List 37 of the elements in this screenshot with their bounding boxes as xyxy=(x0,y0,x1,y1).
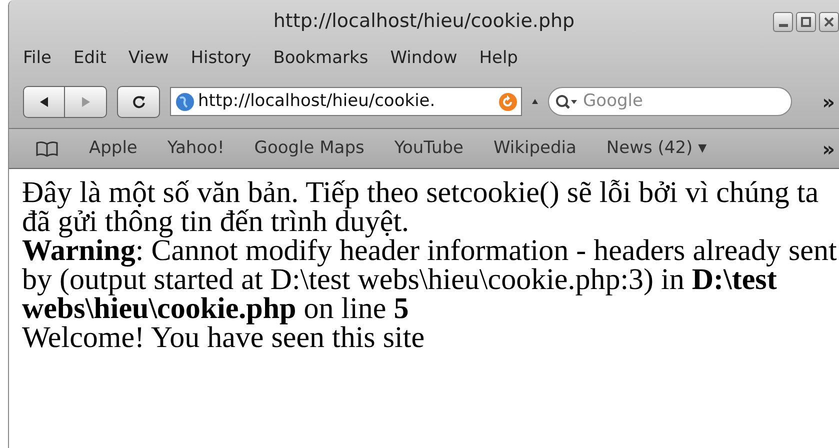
book-icon[interactable] xyxy=(35,140,59,156)
maximize-button[interactable] xyxy=(796,12,816,32)
minimize-button[interactable] xyxy=(773,12,793,32)
menu-item[interactable]: History xyxy=(190,46,252,72)
bookmark-item[interactable]: YouTube xyxy=(394,136,464,162)
bookmark-item[interactable]: Wikipedia xyxy=(494,136,576,162)
bookmark-item[interactable]: Google Maps xyxy=(254,136,364,162)
snapback-icon[interactable] xyxy=(498,92,518,112)
toolbar-overflow-button[interactable]: » xyxy=(822,86,835,116)
forward-arrow-icon xyxy=(80,96,92,108)
page-text: Welcome! You have seen this site xyxy=(22,323,426,352)
menu-item[interactable]: File xyxy=(23,46,52,72)
menu-item[interactable]: Window xyxy=(390,46,458,72)
search-icon xyxy=(555,94,579,110)
bookmarks-overflow-button[interactable]: » xyxy=(822,134,835,164)
bookmark-item[interactable]: News (42) ▾ xyxy=(606,136,707,162)
address-field[interactable]: http://localhost/hieu/cookie. xyxy=(170,87,522,116)
reload-button[interactable] xyxy=(117,86,160,118)
reload-icon xyxy=(132,94,146,108)
menu-item[interactable]: Help xyxy=(479,46,518,72)
close-button[interactable] xyxy=(819,12,839,32)
back-button[interactable] xyxy=(23,86,65,118)
menu-item[interactable]: Bookmarks xyxy=(273,46,368,72)
close-icon xyxy=(824,17,834,27)
bookmark-item[interactable]: Apple xyxy=(89,136,138,162)
search-input[interactable]: Google xyxy=(583,88,773,114)
search-field[interactable]: Google xyxy=(548,87,792,116)
back-arrow-icon xyxy=(38,96,50,108)
globe-icon xyxy=(175,92,195,112)
window-title: http://localhost/hieu/cookie.php xyxy=(273,8,575,34)
menu-item[interactable]: Edit xyxy=(73,46,106,72)
forward-button[interactable] xyxy=(65,86,107,118)
page-text: Warning: Cannot modify header information - headers already sent by (output started at D:\test webs\hieu\cookie.php:3) in D:\test webs\hieu\cookie.php on line 5 xyxy=(22,236,838,323)
page-text: Đây là một số văn bản. Tiếp theo setcookie() sẽ lỗi bởi vì chúng ta đã gửi thông tin đến trình duyệt. xyxy=(22,178,820,236)
bookmark-item[interactable]: Yahoo! xyxy=(167,136,224,162)
menu-item[interactable]: View xyxy=(128,46,169,72)
address-text: http://localhost/hieu/cookie. xyxy=(198,90,436,113)
